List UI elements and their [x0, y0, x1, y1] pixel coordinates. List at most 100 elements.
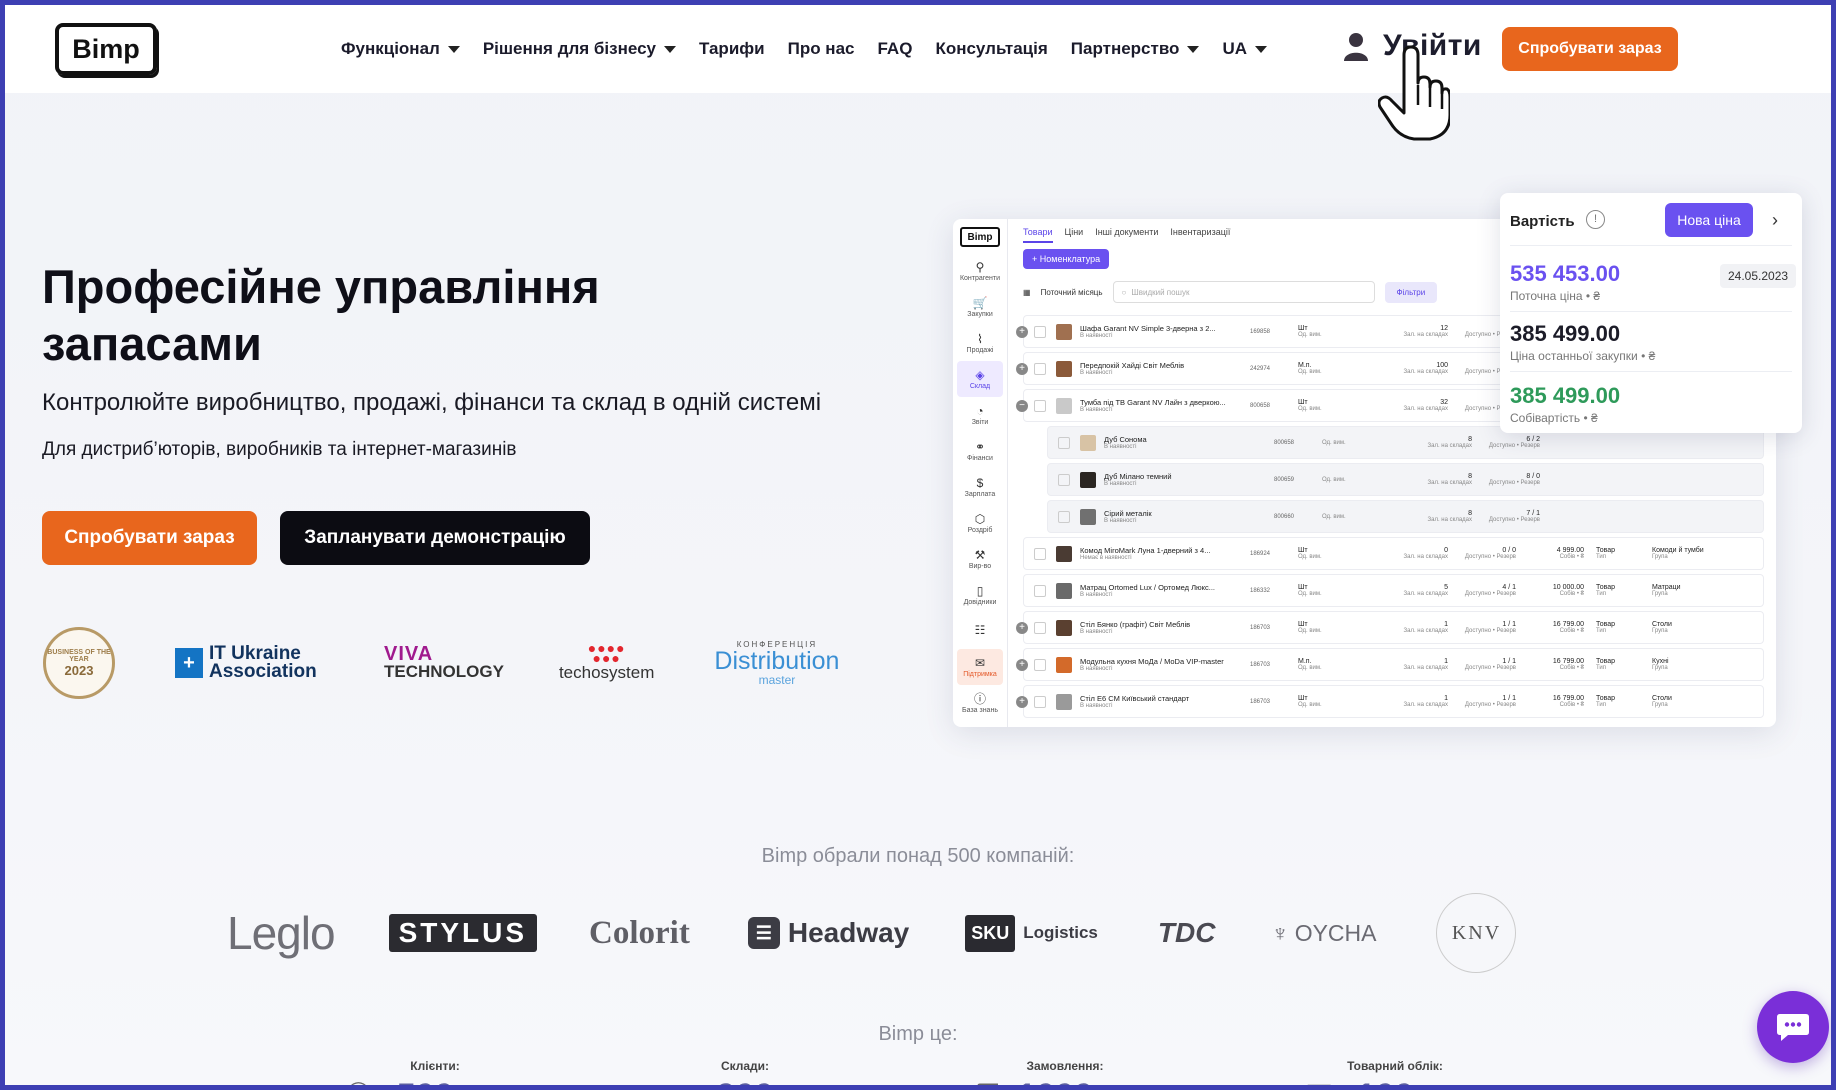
chevron-right-icon[interactable]: › — [1772, 210, 1778, 231]
app-tab-3[interactable]: Інвентаризації — [1170, 227, 1230, 243]
sidebar-label: Звіти — [971, 418, 989, 426]
table-row[interactable]: Матрац Ortomed Lux / Ортомед Люкс... В на… — [1023, 574, 1764, 607]
new-price-button[interactable]: Нова ціна — [1665, 203, 1753, 237]
stock-cell: 8 Зал. на складах — [1404, 473, 1472, 486]
row-checkbox[interactable] — [1058, 436, 1070, 449]
stat-value: 900 — [645, 1077, 845, 1085]
product-name-text: Тумба під ТВ Garant NV Лайн з дверкою... — [1080, 398, 1226, 407]
nav-item-0[interactable]: Функціонал — [341, 39, 460, 59]
stock-status: В наявності — [1080, 333, 1113, 339]
caret-down-icon — [1187, 45, 1200, 53]
new-item-button[interactable]: + Номенклатура — [1023, 249, 1110, 269]
app-tab-0[interactable]: Товари — [1023, 227, 1053, 243]
app-sidebar-item-12[interactable]: ⓘ База знань — [953, 685, 1007, 721]
sidebar-icon: 🛒 — [972, 295, 988, 310]
expand-toggle-icon[interactable]: + — [1016, 362, 1028, 375]
expand-toggle-icon[interactable]: + — [1016, 325, 1028, 338]
kind-caption: Тип — [1596, 591, 1607, 597]
product-thumbnail — [1080, 434, 1096, 451]
expand-toggle-icon[interactable]: + — [1016, 658, 1028, 671]
info-icon[interactable]: ! — [1586, 210, 1605, 229]
stock-cell: 12 Зал. на складах — [1380, 325, 1448, 338]
nav-item-3[interactable]: Про нас — [788, 39, 855, 59]
try-now-header-button[interactable]: Спробувати зараз — [1502, 27, 1678, 71]
table-row[interactable]: + Стіл Бянко (графіт) Світ Меблів В наявно… — [1016, 611, 1764, 644]
search-placeholder: Швидкий пошук — [1131, 287, 1190, 297]
app-sidebar-item-4[interactable]: ◔ Звіти — [953, 397, 1007, 433]
stock-status: В наявності — [1080, 703, 1113, 709]
nav-item-4[interactable]: FAQ — [877, 39, 912, 59]
row-checkbox[interactable] — [1034, 399, 1046, 412]
nav-item-7[interactable]: UA — [1222, 39, 1268, 59]
unit-cell: М.п. Од. вим. — [1298, 362, 1380, 375]
expand-toggle-icon[interactable]: + — [1016, 621, 1028, 634]
product-name: Стіл Е6 СМ Київський стандарт В наявності — [1080, 694, 1250, 709]
sidebar-label: Склад — [969, 382, 991, 390]
sidebar-label: База знань — [962, 706, 998, 714]
product-name-text: Дуб Сонома — [1104, 435, 1147, 444]
price-cell: 16 799.00 Собів • ₴ — [1516, 658, 1584, 671]
app-sidebar-item-3[interactable]: ◈ Склад — [957, 361, 1003, 397]
app-sidebar-item-1[interactable]: 🛒 Закупки — [953, 289, 1007, 325]
stat-label: Товарний облік: — [1347, 1059, 1443, 1073]
last-purchase-label: Ціна останньої закупки • ₴ — [1510, 349, 1656, 363]
price-date: 24.05.2023 — [1720, 264, 1797, 288]
sidebar-icon: ☷ — [974, 623, 986, 637]
period-label[interactable]: Поточний місяць — [1041, 288, 1103, 297]
row-checkbox[interactable] — [1034, 547, 1046, 560]
app-tab-1[interactable]: Ціни — [1065, 227, 1084, 243]
row-checkbox[interactable] — [1034, 658, 1046, 671]
kind-value: Товар — [1596, 547, 1616, 554]
unit-caption: Од. вим. — [1322, 439, 1346, 446]
app-sidebar-item-2[interactable]: ⌇ Продажі — [953, 325, 1007, 361]
expand-toggle-icon[interactable]: + — [1016, 695, 1028, 708]
filters-button[interactable]: Фільтри — [1384, 281, 1438, 303]
row-checkbox[interactable] — [1058, 510, 1070, 523]
row-checkbox[interactable] — [1034, 325, 1046, 338]
product-thumbnail — [1056, 545, 1072, 562]
expand-toggle-icon[interactable]: − — [1016, 399, 1028, 412]
app-sidebar-item-0[interactable]: ⚲ Контрагенти — [953, 253, 1007, 289]
product-name-text: Модульна кухня МоДа / MoDa VIP-master — [1080, 657, 1224, 666]
nav-item-2[interactable]: Тарифи — [699, 39, 765, 59]
dist-main-text: Distribution — [714, 646, 840, 675]
app-sidebar-item-10[interactable]: ☷ — [953, 613, 1007, 649]
nav-item-6[interactable]: Партнерство — [1071, 39, 1200, 59]
schedule-demo-button[interactable]: Запланувати демонстрацію — [280, 511, 590, 565]
sidebar-label: Роздріб — [967, 526, 993, 534]
row-checkbox[interactable] — [1034, 584, 1046, 597]
table-row[interactable]: Сірий металік В наявності 800660 Од. вим. 8 З… — [1047, 500, 1764, 533]
nav-item-label: Консультація — [935, 39, 1048, 58]
group-value: Комоди й тумби — [1652, 547, 1704, 554]
app-sidebar-item-9[interactable]: ▯ Довідники — [953, 577, 1007, 613]
nav-item-label: FAQ — [877, 39, 913, 58]
row-checkbox[interactable] — [1034, 695, 1046, 708]
table-row[interactable]: + Модульна кухня МоДа / MoDa VIP-master В … — [1016, 648, 1764, 681]
price-card: Вартість ! Нова ціна › 535 453.00 24.05.… — [1500, 193, 1802, 433]
app-sidebar-item-7[interactable]: ⬡ Роздріб — [953, 505, 1007, 541]
app-tab-2[interactable]: Інші документи — [1095, 227, 1158, 243]
app-sidebar-item-11[interactable]: ✉ Підтримка — [957, 649, 1003, 685]
nav-item-1[interactable]: Рішення для бізнесу — [483, 39, 677, 59]
row-checkbox[interactable] — [1058, 473, 1070, 486]
group-value: Столи — [1652, 621, 1672, 628]
table-row[interactable]: Комод MiroMark Луна 1-дверний з 4... Нема… — [1023, 537, 1764, 570]
nav-item-5[interactable]: Консультація — [935, 39, 1047, 59]
price-caption: Собів • ₴ — [1559, 591, 1584, 597]
sku-logistics-logo: SKU Logistics — [965, 914, 1098, 952]
table-row[interactable]: + Стіл Е6 СМ Київський стандарт В наявност… — [1016, 685, 1764, 718]
app-sidebar-item-8[interactable]: ⚒ Вир-во — [953, 541, 1007, 577]
bimp-logo[interactable]: Bimp — [55, 23, 157, 75]
unit-caption: Од. вим. — [1322, 476, 1346, 483]
app-sidebar-item-5[interactable]: ⚭ Фінанси — [953, 433, 1007, 469]
row-checkbox[interactable] — [1034, 621, 1046, 634]
table-row[interactable]: Дуб Мілано темний В наявності 800659 Од. ви… — [1047, 463, 1764, 496]
product-name: Тумба під ТВ Garant NV Лайн з дверкою...… — [1080, 398, 1250, 413]
app-sidebar-item-6[interactable]: $ Зарплата — [953, 469, 1007, 505]
chat-button[interactable] — [1757, 991, 1829, 1063]
sidebar-label: Вир-во — [968, 562, 992, 570]
row-checkbox[interactable] — [1034, 362, 1046, 375]
app-search-input[interactable]: ○ Швидкий пошук — [1112, 281, 1375, 303]
try-now-hero-button[interactable]: Спробувати зараз — [42, 511, 257, 565]
unit-cell: Од. вим. — [1322, 514, 1404, 520]
